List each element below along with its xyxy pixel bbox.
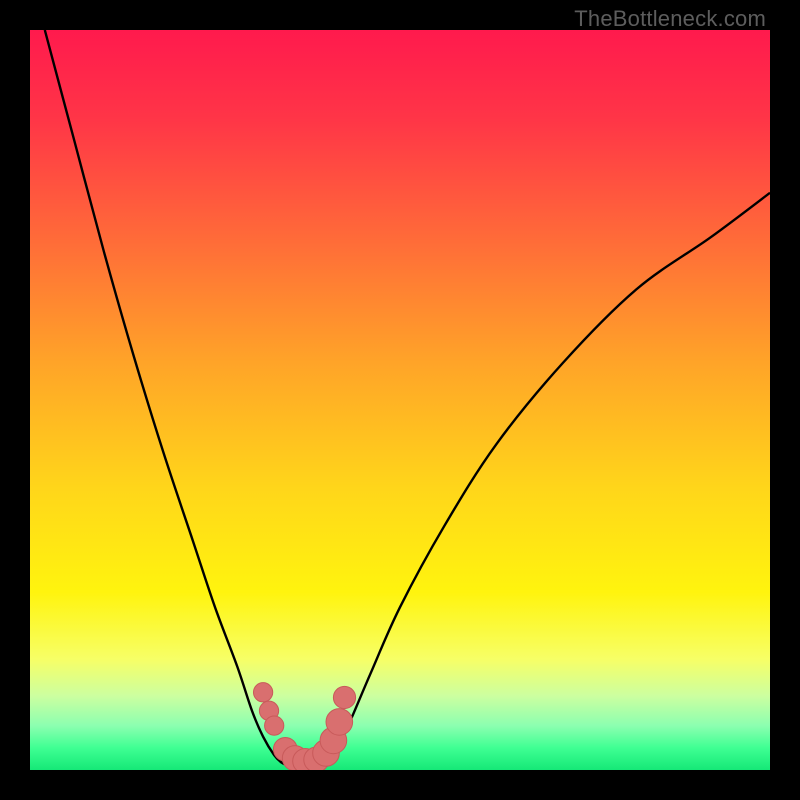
valley-marker bbox=[253, 683, 272, 702]
valley-marker bbox=[326, 709, 353, 736]
valley-marker bbox=[265, 716, 284, 735]
left-curve bbox=[45, 30, 289, 766]
watermark-text: TheBottleneck.com bbox=[574, 6, 766, 32]
plot-area bbox=[30, 30, 770, 770]
right-curve bbox=[326, 193, 770, 767]
chart-frame: TheBottleneck.com bbox=[0, 0, 800, 800]
curves-layer bbox=[30, 30, 770, 770]
valley-markers bbox=[253, 683, 355, 770]
valley-marker bbox=[333, 686, 355, 708]
